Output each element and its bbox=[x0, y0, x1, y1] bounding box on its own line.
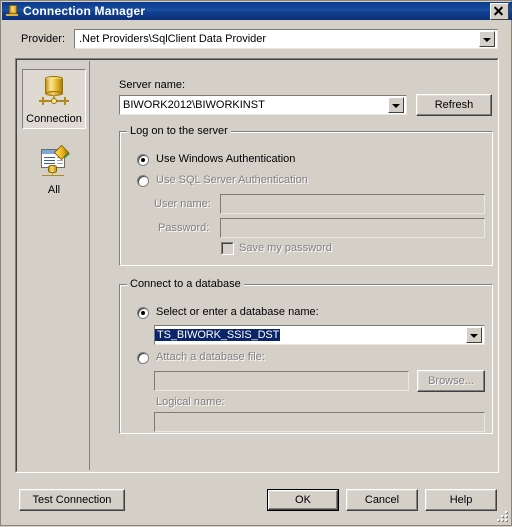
provider-value: .Net Providers\SqlClient Data Provider bbox=[79, 33, 267, 45]
sidebar-item-connection-label: Connection bbox=[26, 113, 82, 125]
logical-name-label: Logical name: bbox=[156, 396, 225, 408]
browse-button[interactable]: Browse... bbox=[417, 370, 485, 392]
sidebar-item-all-label: All bbox=[47, 184, 61, 196]
chevron-down-icon[interactable] bbox=[466, 327, 482, 343]
resize-grip-icon[interactable] bbox=[495, 509, 509, 523]
sql-auth-label[interactable]: Use SQL Server Authentication bbox=[156, 174, 308, 186]
test-connection-button[interactable]: Test Connection bbox=[19, 489, 125, 511]
database-connection-icon bbox=[5, 4, 19, 18]
main-panel: Connection All Server name: BIWORK2012\B… bbox=[15, 58, 499, 473]
database-group-caption: Connect to a database bbox=[127, 278, 244, 290]
save-password-checkbox[interactable] bbox=[221, 242, 234, 255]
windows-auth-radio[interactable] bbox=[137, 154, 149, 166]
properties-list-icon bbox=[36, 144, 72, 181]
attach-file-label[interactable]: Attach a database file: bbox=[156, 351, 265, 363]
sidebar-item-all[interactable]: All bbox=[22, 141, 86, 199]
main-panel-inner: Connection All Server name: BIWORK2012\B… bbox=[16, 59, 498, 472]
sidebar-item-connection[interactable]: Connection bbox=[22, 69, 86, 129]
window-title: Connection Manager bbox=[23, 4, 146, 18]
provider-combobox[interactable]: .Net Providers\SqlClient Data Provider bbox=[74, 29, 498, 49]
select-database-label[interactable]: Select or enter a database name: bbox=[156, 306, 319, 318]
password-field[interactable] bbox=[220, 218, 485, 238]
database-name-value: TS_BIWORK_SSIS_DST bbox=[155, 329, 281, 341]
user-name-label: User name: bbox=[154, 198, 211, 210]
cancel-button[interactable]: Cancel bbox=[346, 489, 418, 511]
windows-auth-label[interactable]: Use Windows Authentication bbox=[156, 153, 295, 165]
attach-file-radio[interactable] bbox=[137, 352, 149, 364]
server-name-label: Server name: bbox=[119, 79, 186, 91]
logon-group-caption: Log on to the server bbox=[127, 125, 231, 137]
chevron-down-icon[interactable] bbox=[479, 31, 495, 47]
sidebar: Connection All bbox=[18, 61, 90, 470]
server-name-value: BIWORK2012\BIWORKINST bbox=[123, 99, 265, 111]
database-icon bbox=[36, 74, 72, 110]
chevron-down-icon[interactable] bbox=[388, 97, 404, 113]
title-bar: Connection Manager bbox=[2, 2, 512, 20]
logon-group: Log on to the server Use Windows Authent… bbox=[119, 125, 493, 266]
password-label: Password: bbox=[158, 222, 210, 234]
database-group: Connect to a database Select or enter a … bbox=[119, 278, 493, 434]
user-name-field[interactable] bbox=[220, 194, 485, 214]
ok-button-label: OK bbox=[268, 490, 338, 510]
logical-name-field[interactable] bbox=[154, 412, 485, 432]
connection-manager-dialog: Connection Manager Provider: .Net Provid… bbox=[0, 0, 512, 526]
close-button[interactable] bbox=[490, 2, 509, 20]
provider-label: Provider: bbox=[21, 33, 66, 45]
select-database-radio[interactable] bbox=[137, 307, 149, 319]
content-area: Server name: BIWORK2012\BIWORKINST Refre… bbox=[91, 61, 496, 470]
footer: Test Connection OK Cancel Help bbox=[1, 481, 512, 527]
provider-row: Provider: .Net Providers\SqlClient Data … bbox=[1, 29, 512, 51]
save-password-label[interactable]: Save my password bbox=[239, 242, 332, 254]
sql-auth-radio[interactable] bbox=[137, 175, 149, 187]
server-name-combobox[interactable]: BIWORK2012\BIWORKINST bbox=[119, 95, 407, 115]
help-button[interactable]: Help bbox=[425, 489, 497, 511]
refresh-button[interactable]: Refresh bbox=[416, 94, 492, 116]
attach-file-field[interactable] bbox=[154, 371, 409, 391]
ok-button[interactable]: OK bbox=[267, 489, 339, 511]
database-name-combobox[interactable]: TS_BIWORK_SSIS_DST bbox=[154, 325, 485, 345]
